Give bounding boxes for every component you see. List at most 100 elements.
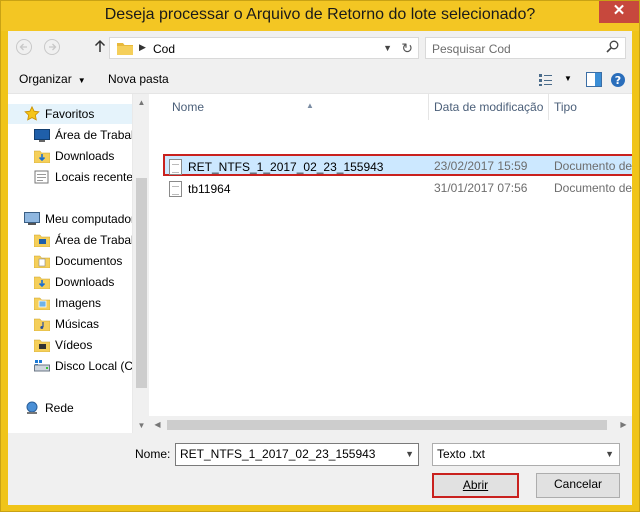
file-list-horizontal-scrollbar[interactable]: ◀ ▶ xyxy=(149,416,632,434)
scrollbar-thumb[interactable] xyxy=(136,178,147,388)
nav-label: Downloads xyxy=(55,275,115,289)
nav-label: Disco Local (C:) xyxy=(55,359,132,373)
file-name-cell: tb11964 xyxy=(169,181,433,197)
nav-vertical-scrollbar[interactable]: ▲ ▼ xyxy=(132,94,149,434)
videos-icon xyxy=(33,338,51,353)
nav-item-music[interactable]: Músicas xyxy=(33,314,100,334)
nav-label: Rede xyxy=(45,401,74,415)
nav-label: Área de Trabalho xyxy=(55,233,132,247)
pictures-icon xyxy=(33,296,51,311)
breadcrumb[interactable]: Cod xyxy=(153,42,175,56)
breadcrumb-separator-icon: ▶ xyxy=(139,42,146,52)
view-dropdown-icon[interactable]: ▼ xyxy=(564,74,572,83)
folder-icon xyxy=(117,42,133,58)
file-name-value[interactable]: RET_NTFS_1_2017_02_23_155943 xyxy=(180,447,375,461)
dialog-title: Deseja processar o Arquivo de Retorno do… xyxy=(104,6,536,23)
nav-item-local-disk[interactable]: Disco Local (C:) xyxy=(34,356,132,376)
dialog-body: ▶ Cod ▼ ↻ Pesquisar Cod Organizar ▼ Nova … xyxy=(8,31,632,505)
back-arrow-icon[interactable] xyxy=(14,38,34,56)
new-folder-button[interactable]: Nova pasta xyxy=(108,72,169,86)
refresh-icon[interactable]: ↻ xyxy=(401,40,413,57)
organize-label: Organizar xyxy=(19,72,72,86)
nav-item-desktop[interactable]: Área de Trabalho xyxy=(34,125,132,145)
music-icon xyxy=(33,317,51,332)
nav-label: Downloads xyxy=(55,149,115,163)
nav-item-downloads[interactable]: Downloads xyxy=(33,146,115,166)
cancel-button[interactable]: Cancelar xyxy=(536,473,620,498)
address-bar[interactable]: ▶ Cod ▼ ↻ xyxy=(109,37,419,59)
footer: Nome: RET_NTFS_1_2017_02_23_155943 ▼ Tex… xyxy=(8,433,632,505)
open-button[interactable]: Abrir xyxy=(432,473,519,498)
nav-item-documents[interactable]: Documentos xyxy=(33,251,123,271)
column-header-label: Nome xyxy=(172,100,205,114)
nav-item-favorites[interactable]: Favoritos xyxy=(8,104,132,124)
desktop-icon xyxy=(34,128,50,142)
chevron-down-icon: ▼ xyxy=(77,76,86,85)
nav-label: Músicas xyxy=(55,317,100,331)
downloads-icon xyxy=(33,275,51,290)
nav-item-videos[interactable]: Vídeos xyxy=(33,335,93,355)
column-header-name[interactable]: Nome ▲ xyxy=(167,94,429,120)
nav-item-recent-places[interactable]: Locais recentes xyxy=(34,167,132,187)
nav-item-computer[interactable]: Meu computador xyxy=(24,209,132,229)
search-box[interactable]: Pesquisar Cod xyxy=(425,37,626,59)
forward-arrow-icon[interactable] xyxy=(42,38,62,56)
scroll-left-icon[interactable]: ◀ xyxy=(149,416,166,434)
nav-label: Locais recentes xyxy=(55,170,132,184)
title-bar[interactable]: Deseja processar o Arquivo de Retorno do… xyxy=(1,1,639,31)
nav-label: Meu computador xyxy=(45,212,132,226)
navigation-tree: Favoritos Área de Trabalho Downloads Loc… xyxy=(8,94,132,434)
view-controls: ▼ ? xyxy=(536,71,626,89)
nav-item-network[interactable]: Rede xyxy=(24,398,74,418)
nav-item-desktop-folder[interactable]: Área de Trabalho xyxy=(33,230,132,250)
table-row[interactable]: RET_NTFS_1_2017_02_23_155943 23/02/2017 … xyxy=(163,154,632,176)
nav-label: Documentos xyxy=(55,254,123,268)
scroll-down-icon[interactable]: ▼ xyxy=(133,417,150,434)
organize-menu[interactable]: Organizar ▼ xyxy=(19,72,86,86)
nav-label: Favoritos xyxy=(45,107,95,121)
recent-places-icon xyxy=(34,170,50,184)
nav-item-pictures[interactable]: Imagens xyxy=(33,293,101,313)
column-header-modified[interactable]: Data de modificação xyxy=(429,94,549,120)
file-modified-cell: 31/01/2017 07:56 xyxy=(434,181,528,195)
nav-label: Vídeos xyxy=(55,338,93,352)
scrollbar-thumb[interactable] xyxy=(167,420,607,430)
close-button[interactable]: ✕ xyxy=(599,1,639,23)
computer-icon xyxy=(24,212,40,226)
address-dropdown-icon[interactable]: ▼ xyxy=(383,43,392,53)
file-type-select[interactable]: Texto .txt ▼ xyxy=(432,443,620,466)
help-icon[interactable]: ? xyxy=(610,72,626,91)
file-list: Nome ▲ Data de modificação Tipo RET_NTFS… xyxy=(149,94,632,416)
search-input[interactable]: Pesquisar Cod xyxy=(432,42,511,56)
search-icon[interactable] xyxy=(606,40,619,56)
scroll-right-icon[interactable]: ▶ xyxy=(615,416,632,434)
navigation-bar: ▶ Cod ▼ ↻ Pesquisar Cod xyxy=(8,31,632,63)
svg-text:?: ? xyxy=(615,74,621,87)
file-type-cell: Documento de Texto xyxy=(554,159,632,173)
table-row[interactable]: tb11964 31/01/2017 07:56 Documento de Te… xyxy=(162,178,632,200)
open-button-label: Abrir xyxy=(462,478,489,492)
text-document-icon xyxy=(169,159,182,175)
preview-pane-icon[interactable] xyxy=(586,72,602,90)
nav-label: Área de Trabalho xyxy=(55,128,132,142)
scroll-up-icon[interactable]: ▲ xyxy=(133,94,150,111)
file-type-cell: Documento de Texto xyxy=(554,181,632,195)
browser-pane: Favoritos Área de Trabalho Downloads Loc… xyxy=(8,93,632,434)
star-icon xyxy=(24,105,40,121)
local-disk-icon xyxy=(34,359,50,373)
chevron-down-icon[interactable]: ▼ xyxy=(605,449,614,459)
nav-item-downloads-2[interactable]: Downloads xyxy=(33,272,115,292)
text-document-icon xyxy=(169,181,182,197)
change-view-icon[interactable] xyxy=(538,73,554,90)
desktop-folder-icon xyxy=(33,233,51,248)
file-name-label: Nome: xyxy=(135,447,171,461)
dialog-window: Deseja processar o Arquivo de Retorno do… xyxy=(0,0,640,512)
up-arrow-icon[interactable] xyxy=(90,38,110,56)
sort-ascending-icon: ▲ xyxy=(306,101,314,110)
file-type-value: Texto .txt xyxy=(437,447,486,461)
documents-icon xyxy=(33,254,51,269)
command-toolbar: Organizar ▼ Nova pasta ▼ ? xyxy=(8,65,632,93)
column-header-type[interactable]: Tipo xyxy=(549,94,632,120)
file-name-field[interactable]: RET_NTFS_1_2017_02_23_155943 ▼ xyxy=(175,443,419,466)
chevron-down-icon[interactable]: ▼ xyxy=(405,449,414,459)
